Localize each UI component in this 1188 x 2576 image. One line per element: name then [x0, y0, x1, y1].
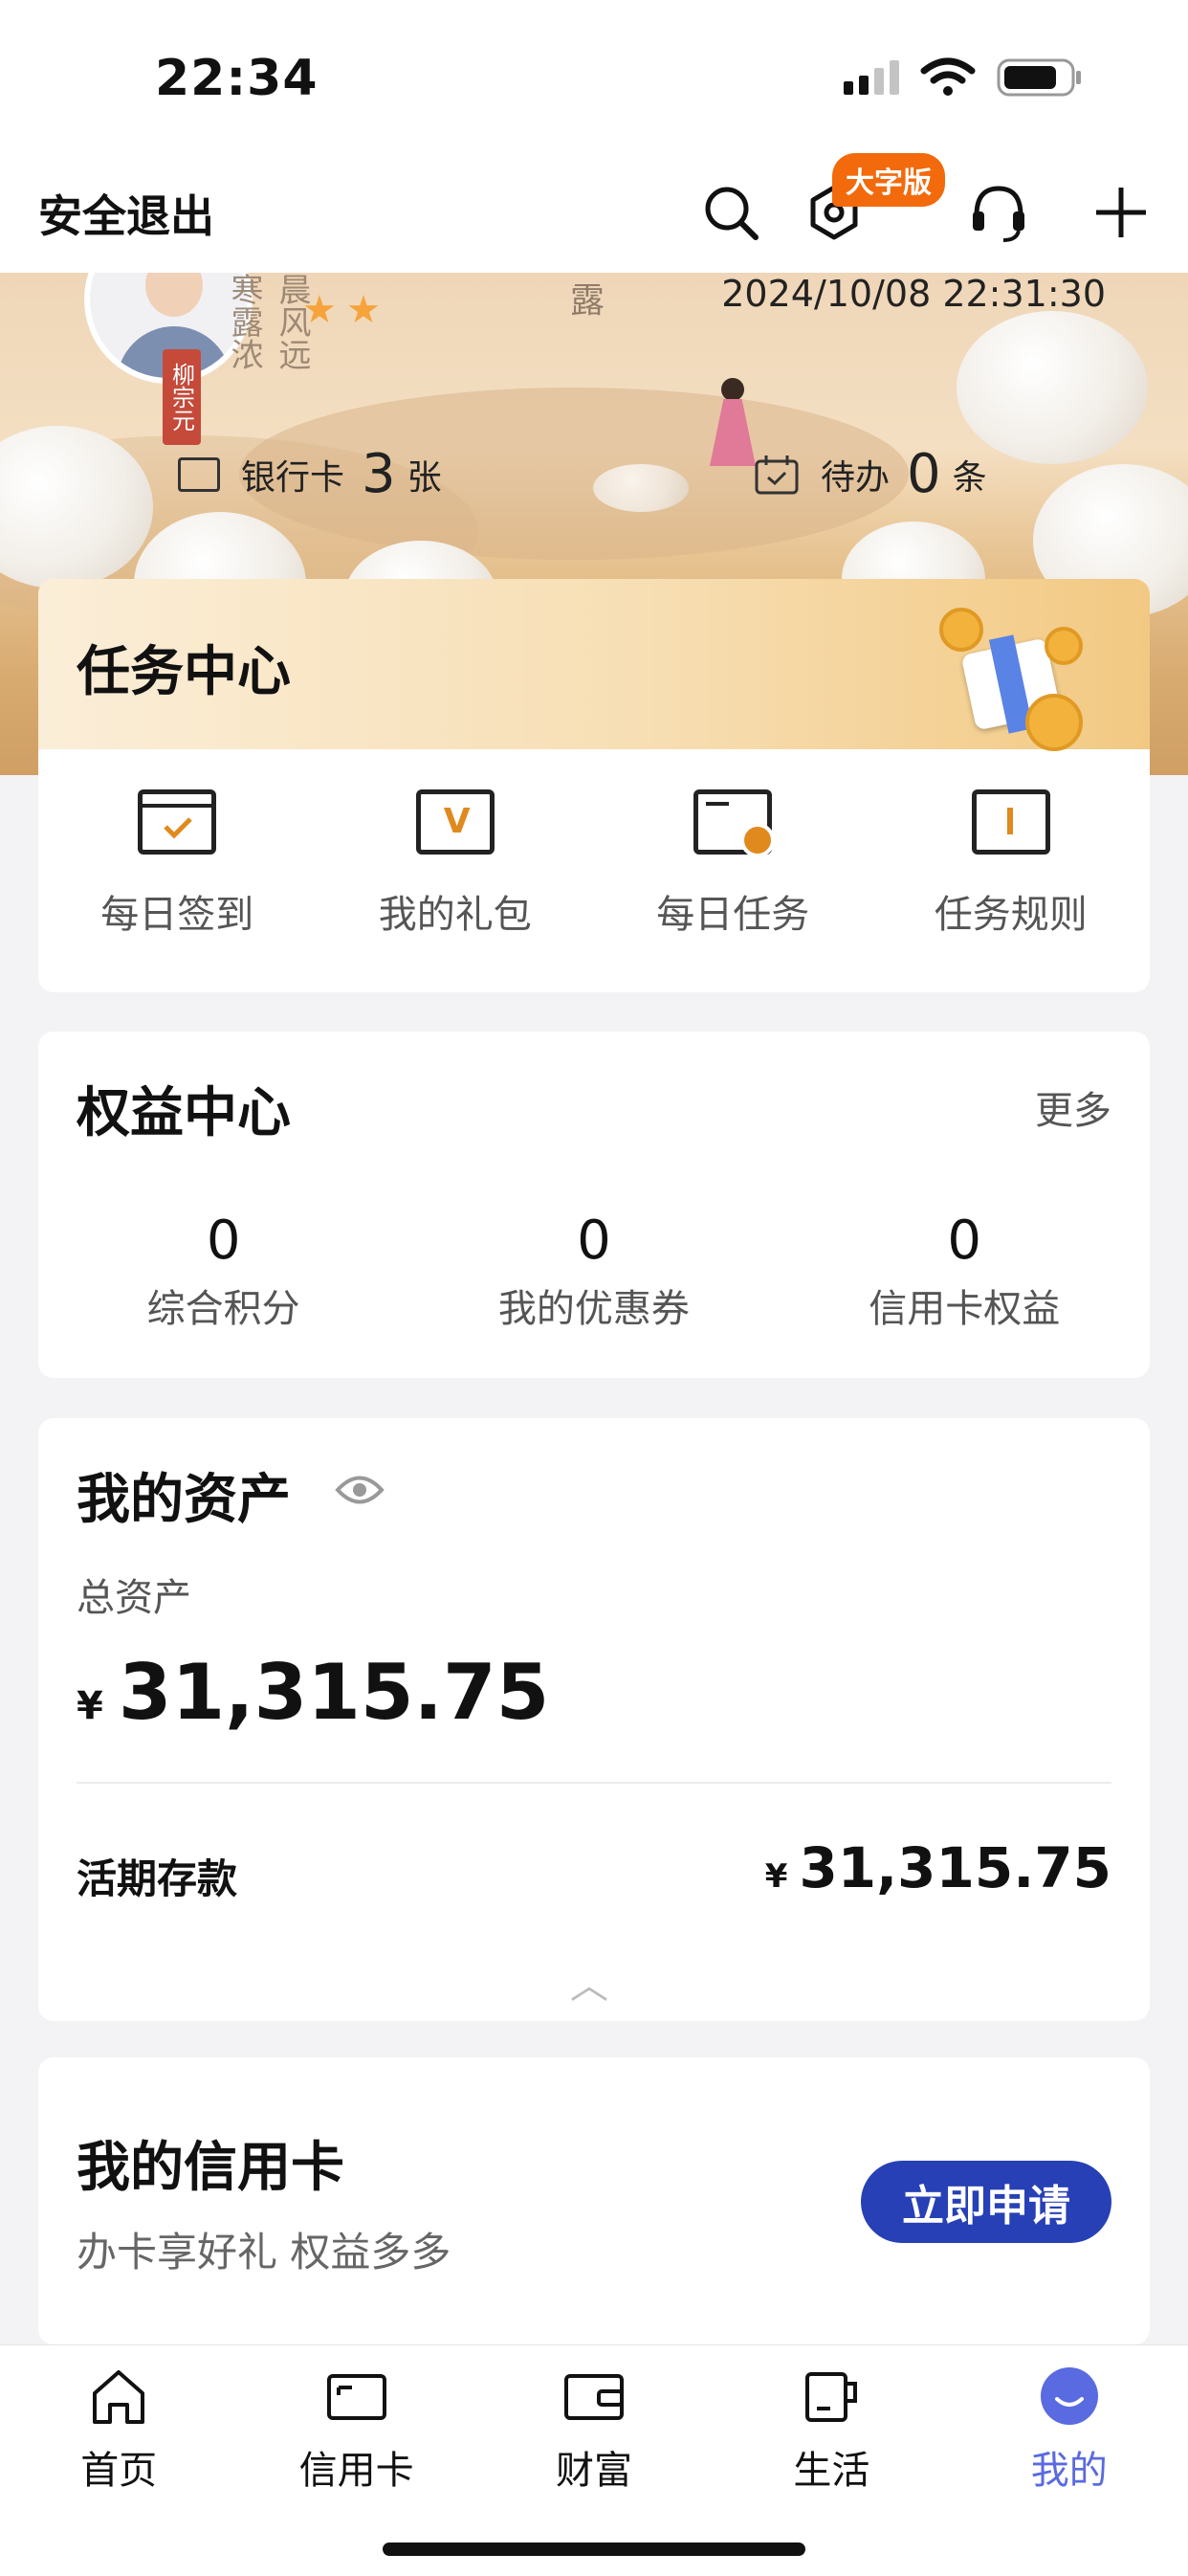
todo-count[interactable]: 待办 0 条 — [754, 443, 987, 505]
seal-stamp: 柳宗元 — [163, 349, 201, 445]
tab-credit-card[interactable]: 信用卡 — [237, 2363, 474, 2495]
gift-box-icon — [939, 608, 1092, 751]
tab-life[interactable]: 生活 — [713, 2363, 950, 2495]
calendar-check-icon — [138, 789, 217, 855]
secure-logout-button[interactable]: 安全退出 — [38, 182, 214, 245]
task-center-header: 任务中心 — [38, 579, 1150, 751]
rights-row: 0 综合积分 0 我的优惠券 0 信用卡权益 — [38, 1210, 1150, 1333]
profile-icon — [1040, 2367, 1098, 2425]
assets-card: 我的资产 总资产 ¥ 31,315.75 活期存款 ¥ 31,315.75 ︿ — [38, 1418, 1150, 2021]
rights-more-link[interactable]: 更多 — [1035, 1079, 1111, 1135]
cotton-basket — [593, 464, 689, 512]
collapse-chevron-icon[interactable]: ︿ — [570, 1954, 608, 2010]
poem-decoration: 寒露浓 — [225, 273, 263, 370]
poem-decoration-top: 露 — [570, 281, 605, 321]
total-assets-amount: ¥ 31,315.75 — [77, 1648, 550, 1737]
credit-card-subtitle: 办卡享好礼 权益多多 — [77, 2229, 451, 2276]
bank-card-icon — [178, 456, 220, 492]
eye-icon[interactable] — [335, 1472, 385, 1508]
credit-card-title: 我的信用卡 — [77, 2137, 344, 2199]
bank-card-count[interactable]: 银行卡 3 张 — [178, 443, 442, 505]
tab-wealth[interactable]: 财富 — [475, 2363, 713, 2495]
rights-center-title: 权益中心 — [77, 1082, 291, 1144]
home-icon — [93, 2370, 145, 2424]
wallet-icon — [563, 2374, 624, 2420]
customer-service-icon[interactable] — [960, 174, 1037, 251]
task-item-daily-checkin[interactable]: 每日签到 — [38, 789, 317, 939]
home-indicator — [383, 2543, 805, 2556]
task-item-daily-tasks[interactable]: 每日任务 — [594, 789, 872, 939]
rights-item-coupons[interactable]: 0 我的优惠券 — [408, 1210, 779, 1333]
add-icon[interactable] — [1083, 174, 1159, 251]
task-items: 每日签到 V 我的礼包 每日任务 任务规则 — [38, 789, 1150, 939]
star-icon: ★ — [346, 288, 381, 332]
rights-item-points[interactable]: 0 综合积分 — [38, 1210, 408, 1333]
wifi-icon — [920, 57, 976, 96]
search-icon[interactable] — [693, 174, 769, 251]
todo-calendar-icon — [755, 455, 799, 494]
task-item-my-gifts[interactable]: V 我的礼包 — [317, 789, 595, 939]
credit-card-card: 我的信用卡 办卡享好礼 权益多多 立即申请 — [38, 2057, 1150, 2344]
rights-item-credit-benefits[interactable]: 0 信用卡权益 — [780, 1210, 1150, 1333]
tab-home[interactable]: 首页 — [0, 2363, 237, 2495]
top-bar: 安全退出 大字版 — [0, 153, 1188, 273]
demand-deposit-amount[interactable]: ¥ 31,315.75 — [765, 1835, 1111, 1900]
cup-icon — [805, 2372, 858, 2422]
cotton-decoration — [957, 311, 1148, 464]
big-font-badge[interactable]: 大字版 — [832, 153, 945, 207]
status-icons — [844, 57, 1083, 98]
card-icon — [326, 2374, 386, 2420]
tab-mine[interactable]: 我的 — [951, 2363, 1188, 2495]
task-center-card: 任务中心 每日签到 V 我的礼包 每日任务 任务规则 — [38, 579, 1150, 992]
tab-bar: 首页 信用卡 财富 生活 我的 — [0, 2344, 1188, 2576]
total-assets-label: 总资产 — [77, 1576, 191, 1620]
status-bar: 22:34 — [0, 0, 1188, 153]
assets-title: 我的资产 — [77, 1469, 291, 1531]
poem-decoration: 晨风远 — [273, 273, 311, 370]
illustration-figure — [708, 378, 756, 483]
gift-bag-icon: V — [415, 789, 495, 855]
rights-center-card: 权益中心 更多 0 综合积分 0 我的优惠券 0 信用卡权益 — [38, 1032, 1150, 1378]
login-datetime: 2024/10/08 22:31:30 — [721, 273, 1106, 315]
task-center-title: 任务中心 — [77, 641, 291, 703]
task-item-task-rules[interactable]: 任务规则 — [872, 789, 1151, 939]
apply-now-button[interactable]: 立即申请 — [861, 2161, 1111, 2243]
demand-deposit-label[interactable]: 活期存款 — [77, 1847, 237, 1905]
rule-book-icon — [971, 789, 1050, 855]
task-clock-icon — [693, 789, 776, 857]
divider — [77, 1782, 1111, 1784]
status-time: 22:34 — [155, 50, 319, 107]
battery-icon — [997, 58, 1081, 97]
signal-icon — [844, 60, 899, 95]
